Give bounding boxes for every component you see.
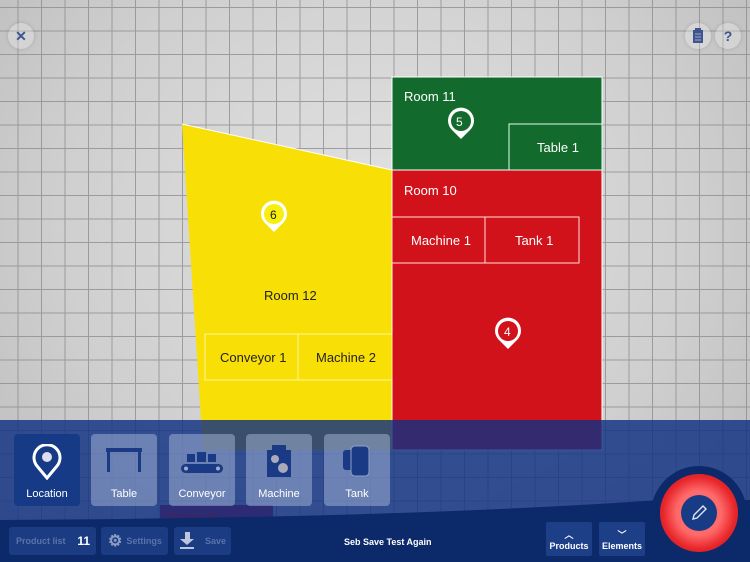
tool-table[interactable]: Table <box>91 434 157 506</box>
products-label: Products <box>549 540 589 551</box>
conveyor-1-label: Conveyor 1 <box>220 350 287 365</box>
chevron-up-icon: ︿ <box>564 529 574 540</box>
table-1-label: Table 1 <box>537 140 579 155</box>
pin-4-number: 4 <box>504 325 511 339</box>
machine-icon <box>267 445 291 477</box>
pin-6-number: 6 <box>270 208 277 222</box>
clipboard-button[interactable] <box>685 23 711 49</box>
clipboard-icon <box>693 28 703 43</box>
tool-label: Conveyor <box>178 488 226 500</box>
tool-label: Machine <box>258 488 300 500</box>
conveyor-icon <box>181 452 223 473</box>
tool-label: Location <box>26 488 68 500</box>
machine-2-label: Machine 2 <box>316 350 376 365</box>
tool-label: Table <box>110 488 138 500</box>
product-count: 11 <box>77 534 90 548</box>
room-12-label: Room 12 <box>264 288 317 303</box>
tool-label: Tank <box>345 488 369 500</box>
settings-label: Settings <box>126 536 162 546</box>
pin-5-number: 5 <box>456 115 463 129</box>
tool-location[interactable]: Location <box>14 434 80 506</box>
room-12-shape[interactable] <box>182 124 392 450</box>
save-label: Save <box>205 536 227 546</box>
room-11-label: Room 11 <box>404 89 456 104</box>
x-icon: ✕ <box>15 27 27 44</box>
chevron-down-icon: ﹀ <box>617 529 627 540</box>
help-button[interactable]: ? <box>715 23 741 49</box>
tool-machine[interactable]: Machine <box>246 434 312 506</box>
tool-tank[interactable]: Tank <box>324 434 390 506</box>
product-list-label: Product list <box>16 536 66 546</box>
tank-1-label: Tank 1 <box>515 233 554 248</box>
pencil-icon <box>692 505 707 520</box>
product-list-button[interactable]: Product list 11 <box>9 527 96 555</box>
room-10-label: Room 10 <box>404 183 457 198</box>
products-button[interactable]: ︿ Products <box>546 522 592 556</box>
plan-title: Seb Save Test Again <box>344 537 432 547</box>
gear-icon: ⚙ <box>108 533 123 550</box>
save-button[interactable]: Save <box>174 527 231 555</box>
table-icon <box>106 448 142 472</box>
elements-label: Elements <box>601 540 643 551</box>
settings-button[interactable]: ⚙ Settings <box>101 527 168 555</box>
download-icon <box>180 532 194 549</box>
tank-icon <box>343 445 370 477</box>
machine-1-label: Machine 1 <box>411 233 471 248</box>
edit-button[interactable] <box>660 474 738 552</box>
tool-conveyor[interactable]: Conveyor <box>169 434 235 506</box>
elements-button[interactable]: ﹀ Elements <box>599 522 645 556</box>
room-10-shape[interactable] <box>391 169 603 451</box>
close-button[interactable]: ✕ <box>8 23 34 49</box>
help-icon: ? <box>723 28 733 44</box>
location-pin-icon <box>32 444 62 480</box>
